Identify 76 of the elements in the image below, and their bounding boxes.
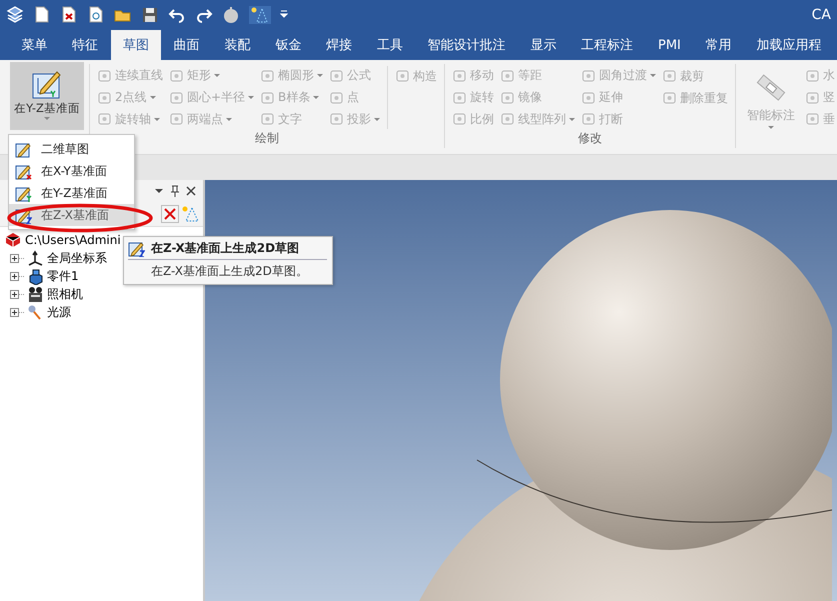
- tool-icon: [168, 68, 184, 84]
- app-logo-icon[interactable]: [6, 6, 24, 24]
- close-icon[interactable]: [185, 185, 197, 197]
- ribbon-tab[interactable]: 智能设计批注: [415, 30, 518, 60]
- file-icon[interactable]: [60, 6, 78, 24]
- tool-icon: [452, 90, 468, 106]
- save-icon[interactable]: [141, 6, 159, 24]
- axes-icon: [27, 250, 44, 266]
- tool-icon: [500, 90, 516, 106]
- tooltip-title: 在Z-X基准面上生成2D草图: [151, 240, 300, 257]
- ribbon-tab[interactable]: 特征: [60, 30, 111, 60]
- tool-icon: [329, 68, 344, 84]
- sketch-pencil-icon: [15, 162, 32, 180]
- tool-icon: [168, 90, 184, 106]
- tool-icon: [662, 90, 678, 106]
- caret-icon: [44, 117, 50, 120]
- tool-icon: [581, 111, 596, 128]
- ribbon-tab[interactable]: PMI: [646, 30, 694, 60]
- tool-icon: [452, 111, 468, 128]
- tree-item[interactable]: 照相机: [47, 286, 83, 302]
- tree-item[interactable]: 零件1: [47, 268, 79, 284]
- group-label: 绘制: [254, 130, 280, 147]
- delete-icon[interactable]: [161, 205, 179, 223]
- expand-toggle-icon[interactable]: [10, 308, 24, 316]
- tool-icon: [260, 68, 276, 84]
- tree-root-label[interactable]: C:\Users\Admini: [25, 233, 121, 247]
- tooltip-description: 在Z-X基准面上生成2D草图。: [150, 263, 309, 280]
- ribbon-tab[interactable]: 钣金: [262, 30, 314, 60]
- tool-icon: [329, 111, 344, 128]
- ribbon-tab[interactable]: 工具: [364, 30, 416, 60]
- pin-icon[interactable]: [169, 185, 181, 197]
- tool-icon: [96, 68, 112, 84]
- tool-icon: [329, 90, 344, 106]
- tool-icon: [96, 90, 112, 106]
- tool-icon: [804, 90, 820, 106]
- new-file-icon[interactable]: [33, 6, 51, 24]
- sphere-icon[interactable]: [222, 6, 240, 24]
- expand-toggle-icon[interactable]: [10, 290, 24, 298]
- tool-icon: [168, 111, 184, 128]
- tool-icon: [500, 111, 516, 128]
- camera-icon: [27, 286, 44, 302]
- ribbon-tab[interactable]: 焊接: [314, 30, 364, 60]
- tree-item[interactable]: 光源: [47, 304, 71, 320]
- window-title: CA: [812, 7, 831, 23]
- ribbon-tab[interactable]: 工程标注: [568, 30, 646, 60]
- sketch-pencil-icon: [128, 240, 145, 257]
- sketch-pencil-icon: [15, 184, 32, 202]
- sketch-plane-button[interactable]: 在Y-Z基准面: [10, 62, 84, 130]
- tool-icon: [96, 111, 112, 128]
- tool-icon: [260, 111, 276, 128]
- tool-icon: [581, 68, 596, 84]
- ribbon-tab[interactable]: 常用: [693, 30, 744, 60]
- menu-item[interactable]: 二维草图: [9, 138, 134, 160]
- part-file-icon: [4, 231, 22, 249]
- part-icon: [27, 268, 44, 284]
- sketch-pencil-icon: [15, 140, 32, 158]
- expand-toggle-icon[interactable]: [10, 272, 24, 280]
- menu-item[interactable]: 在X-Y基准面: [9, 160, 134, 182]
- file-icon[interactable]: [87, 6, 105, 24]
- tool-icon: [581, 90, 596, 106]
- tool-icon: [662, 68, 678, 84]
- tool-icon: [804, 68, 820, 84]
- ribbon-tab[interactable]: 草图: [110, 30, 162, 60]
- ribbon-tab[interactable]: 加载应用程: [744, 30, 834, 60]
- ribbon-tab[interactable]: 显示: [518, 30, 569, 60]
- ribbon-tab[interactable]: 装配: [212, 30, 263, 60]
- tool-icon: [260, 90, 276, 106]
- expand-toggle-icon[interactable]: [10, 254, 24, 262]
- tool-icon: [804, 111, 820, 128]
- ribbon-tab[interactable]: 曲面: [161, 30, 212, 60]
- group-label: 修改: [577, 130, 604, 147]
- ribbon-tab[interactable]: 菜单: [9, 30, 60, 60]
- tool-icon: [500, 68, 516, 84]
- tool-icon: [452, 68, 468, 84]
- tool-icon: [395, 68, 410, 84]
- tree-item[interactable]: 全局坐标系: [47, 250, 107, 266]
